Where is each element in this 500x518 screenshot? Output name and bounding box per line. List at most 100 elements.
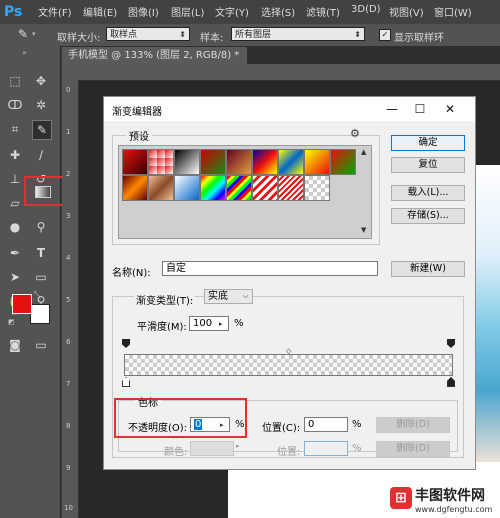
menu-view[interactable]: 视图(V) bbox=[389, 4, 424, 19]
smoothness-value: 100 bbox=[193, 318, 213, 329]
sample-size-label: 取样大小: bbox=[57, 33, 101, 44]
preset-swatch[interactable] bbox=[174, 149, 200, 175]
clone-stamp-tool-icon[interactable]: ⊥ bbox=[6, 170, 24, 188]
path-selection-tool-icon[interactable]: ➤ bbox=[6, 268, 24, 286]
preset-swatch[interactable] bbox=[226, 175, 252, 201]
dodge-tool-icon[interactable]: ⚲ bbox=[32, 218, 50, 236]
marquee-tool-icon[interactable]: ⬚ bbox=[6, 72, 24, 90]
preset-swatch[interactable] bbox=[122, 175, 148, 201]
background-color-swatch[interactable] bbox=[30, 304, 50, 324]
swap-colors-icon[interactable]: ⤡ bbox=[34, 290, 40, 300]
menu-window[interactable]: 窗口(W) bbox=[434, 4, 472, 19]
select-arrow-icon: ⬍ bbox=[179, 30, 186, 39]
scroll-up-icon[interactable]: ▲ bbox=[361, 148, 366, 156]
ruler-tick-label: 4 bbox=[66, 254, 71, 262]
show-ring-label: 显示取样环 bbox=[394, 33, 444, 44]
opacity-highlight bbox=[114, 398, 247, 438]
name-label: 名称(N): bbox=[112, 268, 151, 279]
color-location-label: 位置: bbox=[277, 447, 301, 458]
ruler-tick-label: 1 bbox=[66, 128, 71, 136]
magic-wand-tool-icon[interactable]: ✲ bbox=[32, 96, 50, 114]
menu-edit[interactable]: 编辑(E) bbox=[83, 4, 117, 19]
close-tab-icon[interactable]: × bbox=[246, 50, 247, 61]
brush-tool-icon[interactable]: ∕ bbox=[32, 146, 50, 164]
stepper-arrow-icon[interactable]: ▸ bbox=[219, 318, 223, 331]
sample-select[interactable]: 所有图层 ⬍ bbox=[231, 27, 365, 41]
document-tab[interactable]: 手机模型 @ 133% (图层 2, RGB/8) * × bbox=[62, 47, 247, 64]
menu-type[interactable]: 文字(Y) bbox=[215, 4, 249, 19]
preset-swatch[interactable] bbox=[148, 175, 174, 201]
preset-swatch[interactable] bbox=[226, 149, 252, 175]
blur-tool-icon[interactable]: ● bbox=[6, 218, 24, 236]
show-ring-checkbox[interactable]: ✓ bbox=[379, 29, 391, 41]
eraser-tool-icon[interactable]: ▱ bbox=[6, 194, 24, 212]
screen-mode-icon[interactable]: ▭ bbox=[32, 336, 50, 354]
preset-swatch[interactable] bbox=[252, 149, 278, 175]
color-location-field[interactable] bbox=[304, 441, 348, 456]
gradient-type-value: 实底 bbox=[208, 291, 228, 302]
color-location-unit: % bbox=[352, 443, 362, 454]
move-tool-icon[interactable]: ✥ bbox=[32, 72, 50, 90]
close-icon[interactable]: ✕ bbox=[440, 100, 460, 118]
opacity-location-field[interactable]: 0 bbox=[304, 417, 348, 432]
preset-swatch[interactable] bbox=[122, 149, 148, 175]
load-button[interactable]: 载入(L)... bbox=[391, 185, 465, 201]
chevron-down-icon: ⌵ bbox=[243, 292, 249, 300]
preset-swatch[interactable] bbox=[148, 149, 174, 175]
sample-size-select[interactable]: 取样点 ⬍ bbox=[106, 27, 190, 41]
sample-size-value: 取样点 bbox=[110, 30, 138, 40]
dialog-title-bar: 渐变编辑器 — ☐ ✕ bbox=[104, 97, 475, 121]
menu-image[interactable]: 图像(I) bbox=[128, 4, 159, 19]
save-button[interactable]: 存储(S)... bbox=[391, 208, 465, 224]
color-swatch-field[interactable] bbox=[190, 441, 234, 456]
new-button[interactable]: 新建(W) bbox=[391, 261, 465, 277]
preset-swatch[interactable] bbox=[252, 175, 278, 201]
panel-collapse-icon[interactable]: » bbox=[22, 48, 27, 57]
name-field[interactable]: 自定 bbox=[162, 261, 378, 276]
gradient-type-select[interactable]: 实底 ⌵ bbox=[204, 289, 253, 304]
ruler-tick-label: 5 bbox=[66, 296, 71, 304]
sample-label: 样本: bbox=[200, 33, 224, 44]
menu-filter[interactable]: 滤镜(T) bbox=[306, 4, 340, 19]
gear-icon[interactable]: ⚙ bbox=[350, 127, 360, 140]
eyedropper-icon[interactable]: ✎ bbox=[18, 27, 28, 41]
type-tool-icon[interactable]: T bbox=[32, 244, 50, 262]
opacity-location-label: 位置(C): bbox=[262, 423, 301, 434]
preset-swatch[interactable] bbox=[174, 175, 200, 201]
preset-swatch[interactable] bbox=[200, 175, 226, 201]
presets-label: 预设 bbox=[126, 128, 152, 143]
menu-3d[interactable]: 3D(D) bbox=[351, 4, 381, 15]
preset-swatch[interactable] bbox=[278, 175, 304, 201]
healing-brush-tool-icon[interactable]: ✚ bbox=[6, 146, 24, 164]
ruler-tick-label: 7 bbox=[66, 380, 71, 388]
reset-button[interactable]: 复位 bbox=[391, 157, 465, 173]
preset-swatch-selected[interactable] bbox=[304, 175, 330, 201]
foreground-color-swatch[interactable] bbox=[12, 294, 32, 314]
default-colors-icon[interactable]: ◩ bbox=[8, 318, 15, 326]
minimize-icon[interactable]: — bbox=[382, 100, 402, 118]
ruler-tick-label: 6 bbox=[66, 338, 71, 346]
presets-list[interactable]: ▲ ▼ bbox=[118, 145, 372, 239]
preset-swatch[interactable] bbox=[200, 149, 226, 175]
shape-tool-icon[interactable]: ▭ bbox=[32, 268, 50, 286]
crop-tool-icon[interactable]: ⌗ bbox=[6, 120, 24, 138]
color-arrow-icon[interactable]: ▸ bbox=[236, 442, 240, 450]
maximize-icon[interactable]: ☐ bbox=[410, 100, 430, 118]
preset-swatch[interactable] bbox=[330, 149, 356, 175]
tool-preset-chevron-icon[interactable]: ▾ bbox=[32, 30, 36, 38]
scroll-down-icon[interactable]: ▼ bbox=[361, 226, 366, 234]
menu-file[interactable]: 文件(F) bbox=[38, 4, 72, 19]
menu-select[interactable]: 选择(S) bbox=[261, 4, 295, 19]
quick-mask-icon[interactable]: ◙ bbox=[6, 336, 24, 354]
menu-layer[interactable]: 图层(L) bbox=[171, 4, 204, 19]
ok-button[interactable]: 确定 bbox=[391, 135, 465, 151]
eyedropper-tool-icon[interactable]: ✎ bbox=[32, 120, 52, 140]
smoothness-field[interactable]: 100 ▸ bbox=[189, 316, 229, 331]
pen-tool-icon[interactable]: ✒ bbox=[6, 244, 24, 262]
delete-opacity-stop-button[interactable]: 删除(D) bbox=[376, 417, 450, 433]
preset-swatch[interactable] bbox=[304, 149, 330, 175]
preset-swatch[interactable] bbox=[278, 149, 304, 175]
gradient-preview-bar[interactable] bbox=[124, 354, 453, 376]
delete-color-stop-button[interactable]: 删除(D) bbox=[376, 441, 450, 457]
lasso-tool-icon[interactable]: ↀ bbox=[6, 96, 24, 114]
